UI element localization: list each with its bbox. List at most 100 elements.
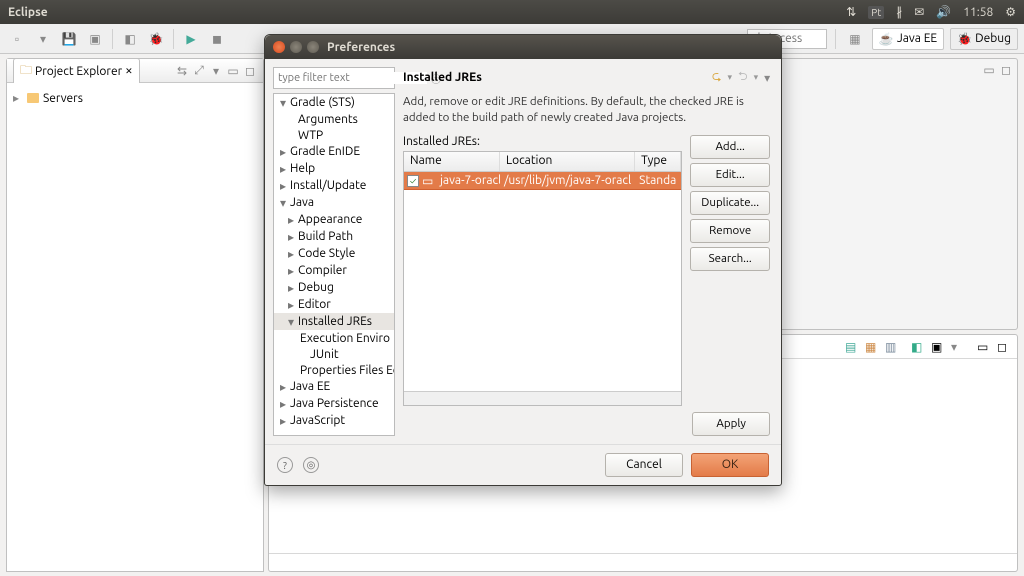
wizard-icon[interactable]: ◧ [119, 28, 141, 50]
tree-node[interactable]: ▸Help [274, 160, 394, 177]
fwd-menu-icon[interactable]: ▾ [754, 72, 759, 83]
explorer-tab[interactable]: 🗀 Project Explorer ✕ [13, 58, 140, 84]
jre-row-selected[interactable]: ✓ ▭ java-7-oracl /usr/lib/jvm/java-7-ora… [404, 172, 681, 190]
expand-icon[interactable]: ▸ [286, 213, 296, 227]
expand-icon[interactable]: ▾ [278, 196, 288, 210]
expand-icon[interactable]: ▸ [278, 145, 288, 159]
bluetooth-icon[interactable]: ∦ [896, 5, 902, 19]
menu-icon[interactable]: ▾ [209, 64, 223, 78]
back-icon[interactable]: ⮎ [712, 67, 722, 88]
collapse-icon[interactable]: ⇆ [175, 64, 189, 78]
h-scrollbar[interactable] [404, 391, 681, 405]
expand-icon[interactable]: ▸ [278, 179, 288, 193]
min-icon[interactable]: ▭ [977, 340, 991, 354]
tree-node[interactable]: ▸Editor [274, 296, 394, 313]
cancel-button[interactable]: Cancel [605, 453, 683, 477]
open-perspective-icon[interactable]: ▦ [844, 28, 866, 50]
expand-icon[interactable]: ▸ [286, 230, 296, 244]
save-icon[interactable]: 💾 [58, 28, 80, 50]
perspective-javaee[interactable]: ☕ Java EE [872, 28, 944, 50]
expand-icon[interactable]: ▸ [286, 298, 296, 312]
dropdown-icon[interactable]: ▾ [951, 340, 965, 354]
volume-icon[interactable]: 🔊 [936, 5, 951, 19]
stop-icon[interactable]: ◼ [206, 28, 228, 50]
link-icon[interactable]: ⤢ [192, 64, 206, 78]
section-menu-icon[interactable]: ▾ [764, 71, 770, 85]
tool-icon[interactable]: ▦ [865, 340, 879, 354]
dropdown-icon[interactable]: ▾ [32, 28, 54, 50]
keyboard-lang[interactable]: Pt [868, 6, 884, 19]
power-icon[interactable]: ⚙ [1005, 5, 1016, 19]
window-max-icon[interactable] [307, 41, 319, 53]
export-icon[interactable]: ◎ [303, 457, 319, 473]
tree-node[interactable]: Execution Enviro [274, 330, 394, 346]
editor-min-icon[interactable]: ▭ [982, 63, 996, 77]
max-icon[interactable]: ◻ [997, 340, 1011, 354]
jre-table[interactable]: Name Location Type ✓ ▭ java-7-oracl /usr… [403, 151, 682, 406]
mail-icon[interactable]: ✉ [914, 5, 924, 19]
preferences-tree[interactable]: ▾Gradle (STS)ArgumentsWTP▸Gradle EnIDE▸H… [273, 93, 395, 436]
expand-icon[interactable]: ▸ [286, 247, 296, 261]
debug-icon[interactable]: 🐞 [145, 28, 167, 50]
tree-node[interactable]: ▸Java EE [274, 378, 394, 395]
help-icon[interactable]: ? [277, 457, 293, 473]
tree-node[interactable]: ▾Java [274, 194, 394, 211]
network-icon[interactable]: ⇅ [846, 5, 856, 19]
duplicate-button[interactable]: Duplicate... [690, 191, 770, 215]
tree-node[interactable]: ▸Install/Update [274, 177, 394, 194]
expand-icon[interactable]: ▸ [13, 91, 23, 105]
tree-node[interactable]: ▸Java Persistence [274, 395, 394, 412]
expand-icon[interactable]: ▸ [278, 414, 288, 428]
col-name[interactable]: Name [404, 152, 500, 171]
tool-icon[interactable]: ▣ [931, 340, 945, 354]
tree-node[interactable]: ▸JavaScript [274, 412, 394, 429]
explorer-body[interactable]: ▸ Servers [7, 83, 263, 571]
remove-button[interactable]: Remove [690, 219, 770, 243]
save-all-icon[interactable]: ▣ [84, 28, 106, 50]
dialog-titlebar[interactable]: Preferences [265, 35, 781, 59]
add-button[interactable]: Add... [690, 135, 770, 159]
tool-icon[interactable]: ◧ [911, 340, 925, 354]
tool-icon[interactable]: ▤ [845, 340, 859, 354]
maximize-icon[interactable]: ◻ [243, 64, 257, 78]
window-close-icon[interactable] [273, 41, 285, 53]
tree-node[interactable]: WTP [274, 127, 394, 143]
expand-icon[interactable]: ▸ [278, 380, 288, 394]
tree-node[interactable]: ▾Installed JREs [274, 313, 394, 330]
back-menu-icon[interactable]: ▾ [727, 72, 732, 83]
tree-node[interactable]: ▸Debug [274, 279, 394, 296]
ok-button[interactable]: OK [691, 453, 769, 477]
forward-icon[interactable]: ⮌ [738, 67, 748, 88]
run-icon[interactable]: ▶ [180, 28, 202, 50]
apply-button[interactable]: Apply [692, 412, 770, 436]
checkbox-checked[interactable]: ✓ [407, 175, 419, 187]
expand-icon[interactable]: ▸ [286, 281, 296, 295]
tree-node[interactable]: ▸Appearance [274, 211, 394, 228]
tree-node[interactable]: ▸Compiler [274, 262, 394, 279]
tree-node[interactable]: Arguments [274, 111, 394, 127]
editor-max-icon[interactable]: ◻ [999, 63, 1013, 77]
search-button[interactable]: Search... [690, 247, 770, 271]
new-icon[interactable]: ▫ [6, 28, 28, 50]
tree-node[interactable]: JUnit [274, 346, 394, 362]
tree-node[interactable]: Properties Files Ed [274, 362, 394, 378]
col-type[interactable]: Type [635, 152, 681, 171]
window-min-icon[interactable] [290, 41, 302, 53]
tool-icon[interactable]: ▥ [885, 340, 899, 354]
expand-icon[interactable]: ▾ [278, 96, 288, 110]
col-location[interactable]: Location [500, 152, 635, 171]
tree-node[interactable]: ▸Build Path [274, 228, 394, 245]
tree-node[interactable]: ▾Gradle (STS) [274, 94, 394, 111]
filter-field[interactable]: ⓧ [273, 67, 395, 89]
perspective-debug[interactable]: 🐞 Debug [950, 28, 1018, 50]
tree-node[interactable]: ▸Code Style [274, 245, 394, 262]
edit-button[interactable]: Edit... [690, 163, 770, 187]
expand-icon[interactable]: ▾ [286, 315, 296, 329]
clock[interactable]: 11:58 [963, 6, 993, 19]
expand-icon[interactable]: ▸ [278, 397, 288, 411]
minimize-icon[interactable]: ▭ [226, 64, 240, 78]
expand-icon[interactable]: ▸ [286, 264, 296, 278]
tree-item-servers[interactable]: ▸ Servers [13, 89, 257, 107]
tree-node[interactable]: ▸Gradle EnIDE [274, 143, 394, 160]
expand-icon[interactable]: ▸ [278, 162, 288, 176]
